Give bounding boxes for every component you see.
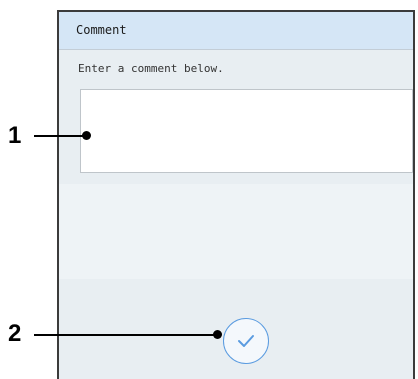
screenshot-page: Comment Enter a comment below. 1 2 — [0, 0, 418, 379]
dialog-body-area — [59, 184, 413, 279]
callout-number-2: 2 — [8, 320, 22, 347]
callout-dot-1 — [82, 131, 91, 140]
callout-leader-line-1 — [34, 135, 86, 137]
callout-leader-line-2 — [34, 334, 217, 336]
callout-number-1: 1 — [8, 122, 22, 149]
instruction-text: Enter a comment below. — [78, 62, 224, 75]
comment-input[interactable] — [80, 89, 413, 173]
confirm-button[interactable] — [223, 318, 269, 364]
comment-dialog: Comment Enter a comment below. — [57, 10, 415, 379]
dialog-header: Comment — [59, 12, 413, 50]
checkmark-icon — [238, 335, 254, 347]
callout-dot-2 — [213, 330, 222, 339]
dialog-title: Comment — [76, 23, 127, 37]
